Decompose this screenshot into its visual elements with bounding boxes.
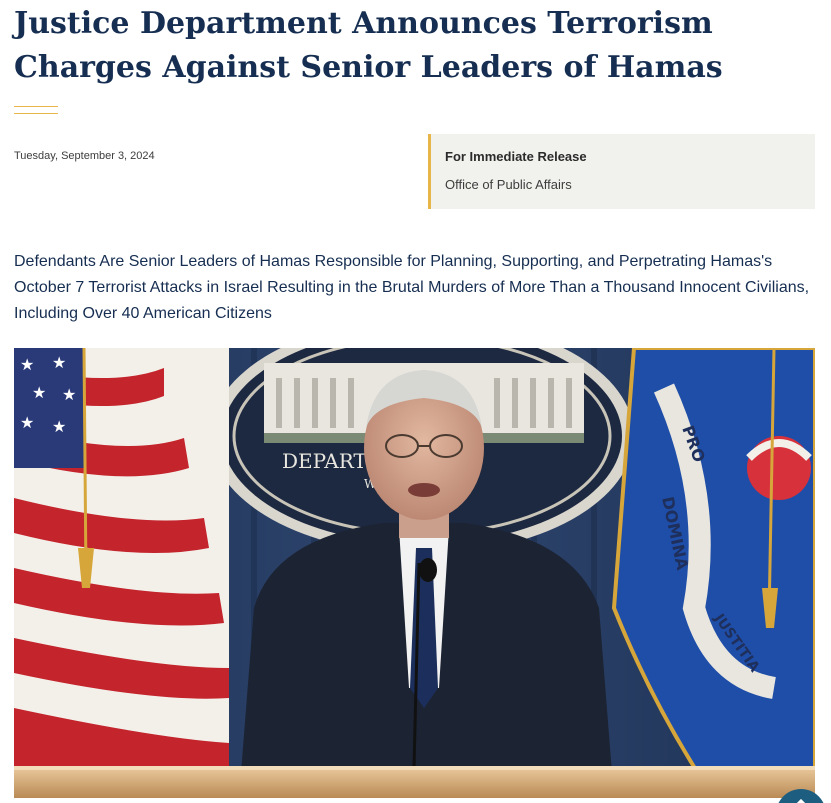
chevron-up-icon (792, 797, 810, 803)
podium (14, 768, 815, 798)
release-label: For Immediate Release (445, 149, 587, 164)
release-info-box: For Immediate Release Office of Public A… (428, 134, 815, 209)
svg-text:★: ★ (32, 383, 46, 402)
svg-text:★: ★ (62, 385, 76, 404)
page-title: Justice Department Announces Terrorism C… (14, 6, 723, 85)
svg-text:★: ★ (20, 413, 34, 432)
svg-text:★: ★ (52, 353, 66, 372)
title-underline (14, 106, 58, 114)
publish-date: Tuesday, September 3, 2024 (14, 150, 155, 162)
release-office: Office of Public Affairs (445, 177, 572, 192)
press-conference-photo: DEPARTM STICE WA ★★ ★★ ★★ (14, 348, 815, 798)
article-subtitle: Defendants Are Senior Leaders of Hamas R… (14, 253, 810, 322)
svg-text:★: ★ (52, 417, 66, 436)
svg-text:★: ★ (20, 355, 34, 374)
us-flag: ★ ★ ★ ★ ★ ★ (14, 348, 229, 768)
